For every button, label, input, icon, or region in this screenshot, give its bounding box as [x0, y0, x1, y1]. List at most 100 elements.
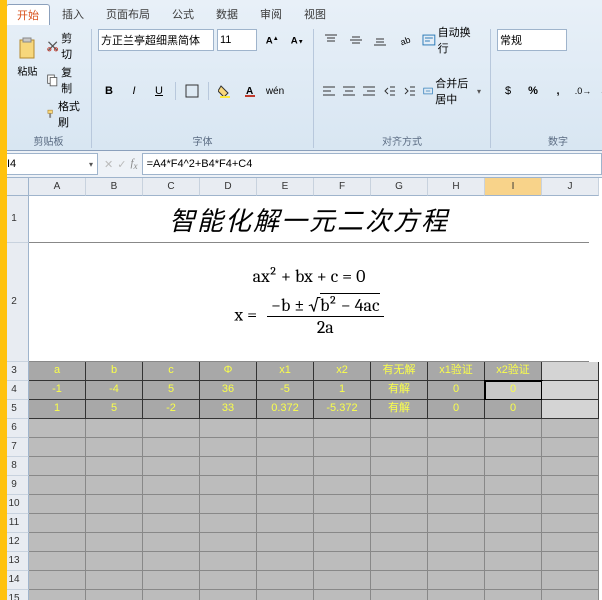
name-box[interactable]: I4▾	[2, 153, 98, 175]
cell[interactable]	[428, 495, 485, 514]
cell[interactable]	[485, 590, 542, 600]
formula-display-cell[interactable]: ax² + bx + c = 0 x = −b ± √b² − 4ac 2a	[29, 243, 589, 362]
cell[interactable]	[29, 457, 86, 476]
cell[interactable]	[257, 571, 314, 590]
border-icon[interactable]	[181, 80, 203, 102]
cell[interactable]	[428, 476, 485, 495]
cell[interactable]	[29, 438, 86, 457]
selected-cell[interactable]: 0	[485, 381, 542, 400]
cell[interactable]	[428, 419, 485, 438]
cell[interactable]	[542, 457, 599, 476]
cell[interactable]: -5.372	[314, 400, 371, 419]
tab-layout[interactable]: 页面布局	[96, 4, 160, 25]
cell[interactable]	[314, 457, 371, 476]
number-format-select[interactable]	[497, 29, 567, 51]
cell[interactable]	[314, 571, 371, 590]
cell[interactable]	[314, 438, 371, 457]
decrease-indent-icon[interactable]	[380, 80, 397, 102]
cell[interactable]	[485, 514, 542, 533]
cell[interactable]	[371, 571, 428, 590]
cell[interactable]	[428, 514, 485, 533]
cell[interactable]	[257, 514, 314, 533]
cell[interactable]: 有解	[371, 381, 428, 400]
cell[interactable]	[314, 552, 371, 571]
col-header[interactable]: I	[485, 178, 542, 196]
cell[interactable]: 0.372	[257, 400, 314, 419]
cell[interactable]	[314, 514, 371, 533]
fill-color-icon[interactable]	[214, 80, 236, 102]
cell[interactable]	[29, 476, 86, 495]
col-header[interactable]: E	[257, 178, 314, 196]
cell[interactable]	[200, 476, 257, 495]
header-cell[interactable]: a	[29, 362, 86, 381]
col-header[interactable]: G	[371, 178, 428, 196]
cell[interactable]	[29, 419, 86, 438]
cell[interactable]: 1	[314, 381, 371, 400]
col-header[interactable]: D	[200, 178, 257, 196]
align-top-icon[interactable]	[320, 29, 342, 51]
cell[interactable]	[86, 533, 143, 552]
font-name-select[interactable]	[98, 29, 214, 51]
cell[interactable]	[86, 457, 143, 476]
cell[interactable]	[485, 495, 542, 514]
tab-home[interactable]: 开始	[6, 4, 50, 25]
cell[interactable]	[542, 495, 599, 514]
cell[interactable]	[257, 476, 314, 495]
cell[interactable]	[542, 419, 599, 438]
fx-icon[interactable]: fx	[130, 157, 137, 171]
cell[interactable]	[428, 438, 485, 457]
cell[interactable]	[542, 552, 599, 571]
cell[interactable]	[542, 438, 599, 457]
cell[interactable]	[86, 552, 143, 571]
bold-icon[interactable]: B	[98, 80, 120, 102]
cell[interactable]	[86, 590, 143, 600]
cell[interactable]	[86, 495, 143, 514]
cell[interactable]: 5	[143, 381, 200, 400]
cell[interactable]	[371, 495, 428, 514]
tab-view[interactable]: 视图	[294, 4, 336, 25]
cell[interactable]	[86, 476, 143, 495]
cell[interactable]	[485, 552, 542, 571]
cell[interactable]	[29, 590, 86, 600]
cell[interactable]: -4	[86, 381, 143, 400]
cell[interactable]: -5	[257, 381, 314, 400]
cell[interactable]	[371, 514, 428, 533]
cell[interactable]: -2	[143, 400, 200, 419]
cell[interactable]	[200, 438, 257, 457]
cell[interactable]	[200, 495, 257, 514]
cell[interactable]	[143, 571, 200, 590]
tab-data[interactable]: 数据	[206, 4, 248, 25]
comma-icon[interactable]: ,	[547, 80, 569, 102]
percent-icon[interactable]: %	[522, 80, 544, 102]
title-cell[interactable]: 智能化解一元二次方程	[29, 196, 589, 243]
header-cell[interactable]: x2	[314, 362, 371, 381]
cell[interactable]	[314, 476, 371, 495]
cell[interactable]	[542, 362, 599, 381]
orientation-icon[interactable]: ab	[394, 29, 416, 51]
decrease-font-icon[interactable]: A▼	[285, 29, 307, 51]
cell[interactable]: -1	[29, 381, 86, 400]
cell[interactable]: 36	[200, 381, 257, 400]
cell[interactable]	[257, 533, 314, 552]
cell[interactable]	[143, 438, 200, 457]
cell[interactable]	[371, 590, 428, 600]
header-cell[interactable]: c	[143, 362, 200, 381]
col-header[interactable]: A	[29, 178, 86, 196]
tab-insert[interactable]: 插入	[52, 4, 94, 25]
cell[interactable]	[143, 590, 200, 600]
align-center-icon[interactable]	[340, 80, 357, 102]
cell[interactable]	[200, 590, 257, 600]
cell[interactable]	[257, 552, 314, 571]
cell[interactable]	[542, 571, 599, 590]
cell[interactable]	[200, 514, 257, 533]
align-middle-icon[interactable]	[345, 29, 367, 51]
cell[interactable]: 33	[200, 400, 257, 419]
cell[interactable]	[485, 419, 542, 438]
cell[interactable]	[428, 571, 485, 590]
header-cell[interactable]: x1验证	[428, 362, 485, 381]
cell[interactable]	[257, 457, 314, 476]
cell[interactable]	[143, 457, 200, 476]
cell[interactable]	[143, 552, 200, 571]
header-cell[interactable]: 有无解	[371, 362, 428, 381]
cell[interactable]	[257, 495, 314, 514]
